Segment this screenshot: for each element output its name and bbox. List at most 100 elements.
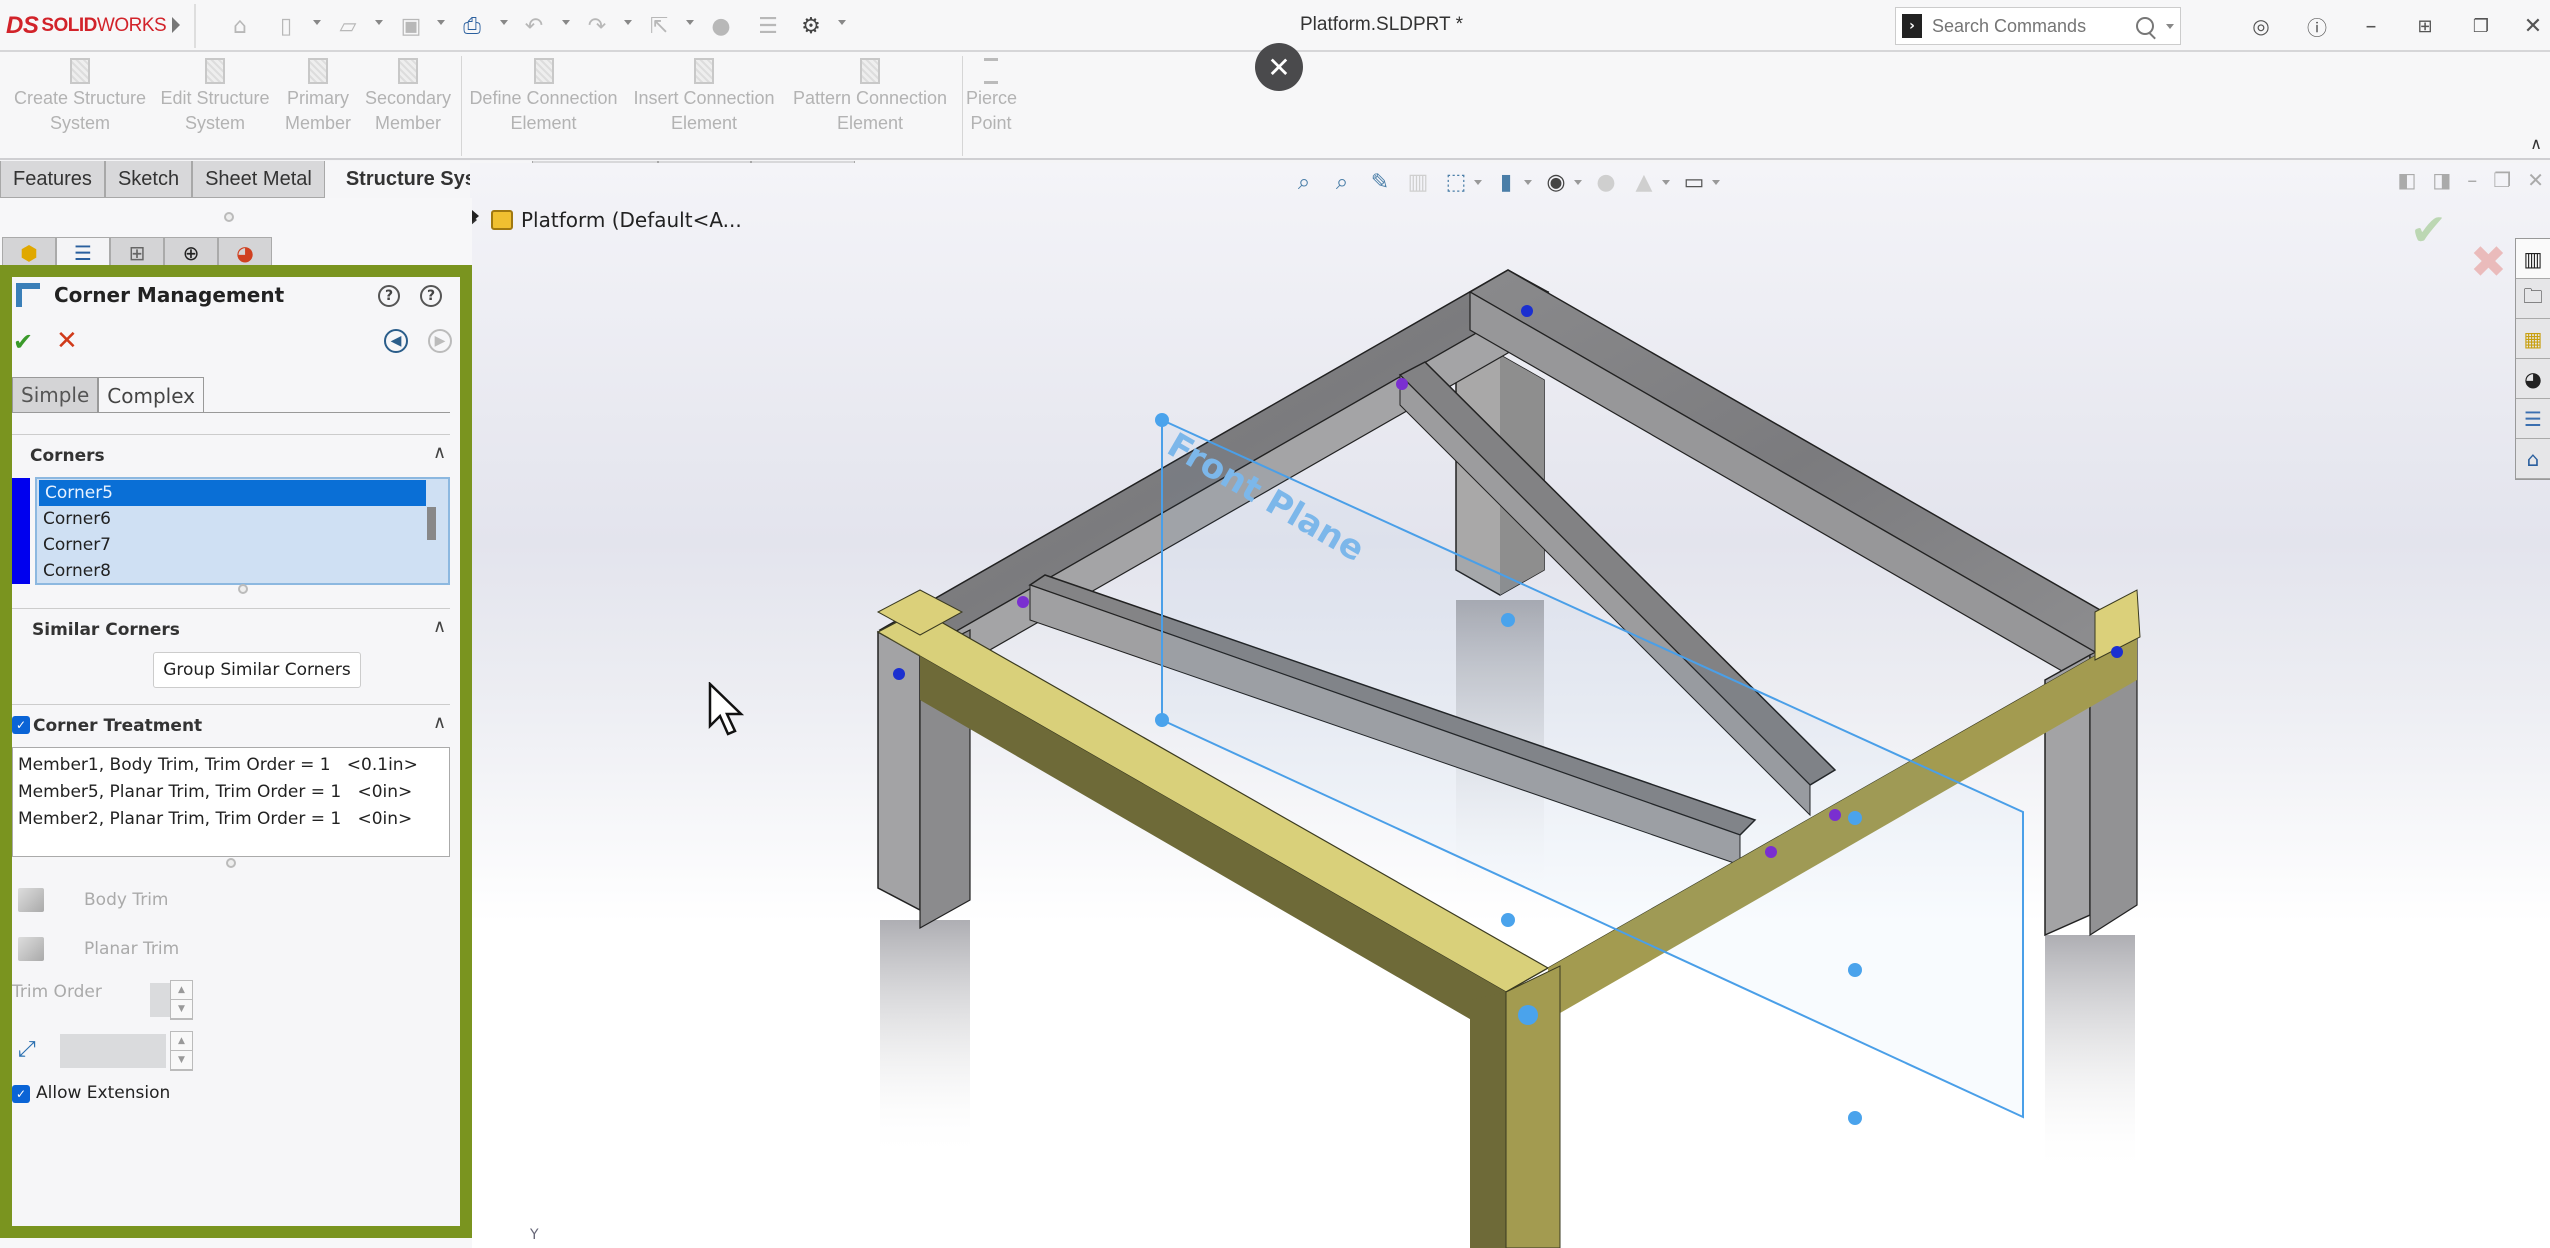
view-settings-icon[interactable]: ▭ <box>1680 168 1708 196</box>
previous-view-icon[interactable]: ✎ <box>1366 168 1394 196</box>
insert-connection-element-button[interactable]: Insert Connection Element <box>628 58 780 136</box>
trim-order-spinner[interactable]: ▲ ▼ <box>170 980 193 1020</box>
cancel-button[interactable]: ✕ <box>56 326 78 356</box>
pattern-connection-element-button[interactable]: Pattern Connection Element <box>786 58 954 136</box>
design-library-icon[interactable]: 🗀 <box>2516 279 2550 319</box>
treatment-row[interactable]: Member5, Planar Trim, Trim Order = 1 <0i… <box>18 779 444 806</box>
edit-appearance-icon[interactable]: ● <box>1592 168 1620 196</box>
apply-scene-dropdown-icon[interactable] <box>1662 179 1670 185</box>
new-document-icon[interactable]: ▯ <box>272 12 300 40</box>
select-dropdown-icon[interactable] <box>686 20 694 25</box>
list-item-corner8[interactable]: Corner8 <box>37 558 448 583</box>
hide-show-items-icon[interactable]: ◉ <box>1542 168 1570 196</box>
list-item-corner5[interactable]: Corner5 <box>39 480 426 506</box>
corners-list-scrollbar[interactable] <box>427 507 436 540</box>
define-connection-element-button[interactable]: Define Connection Element <box>466 58 621 136</box>
pierce-point-button[interactable]: Pierce Point <box>966 58 1017 136</box>
split-right-icon[interactable]: ◨ <box>2432 168 2451 192</box>
next-arrow-icon[interactable]: ▶ <box>428 329 452 353</box>
restore-window-button[interactable]: ❐ <box>2466 12 2496 40</box>
new-dropdown-icon[interactable] <box>313 20 321 25</box>
part-name[interactable]: Platform (Default<A... <box>521 208 742 232</box>
create-structure-system-button[interactable]: Create Structure System <box>10 58 150 136</box>
edit-structure-system-button[interactable]: Edit Structure System <box>155 58 275 136</box>
collapse-corner-treatment-icon[interactable]: ∧ <box>433 712 446 733</box>
split-left-icon[interactable]: ◧ <box>2397 168 2416 192</box>
spin-up-icon[interactable]: ▲ <box>171 1032 192 1051</box>
viewport-close-icon[interactable]: ✕ <box>2527 168 2544 192</box>
appearances-icon[interactable]: ◕ <box>2516 359 2550 399</box>
tab-complex[interactable]: Complex <box>98 377 205 413</box>
tab-simple[interactable]: Simple <box>12 377 99 413</box>
search-commands-box[interactable]: › <box>1895 7 2181 45</box>
close-overlay-button[interactable]: ✕ <box>1255 43 1303 91</box>
help-icon[interactable]: ⓘ <box>2302 12 2332 40</box>
select-icon[interactable]: ⇱ <box>645 12 673 40</box>
hide-show-dropdown-icon[interactable] <box>1574 179 1582 185</box>
search-dropdown-icon[interactable] <box>2166 23 2174 29</box>
solidworks-resources-icon[interactable]: ▥ <box>2516 239 2550 279</box>
apply-scene-icon[interactable]: ▲ <box>1630 168 1658 196</box>
collapse-similar-corners-icon[interactable]: ∧ <box>433 616 446 637</box>
options-dropdown-icon[interactable] <box>838 20 846 25</box>
display-style-icon[interactable]: ▮ <box>1492 168 1520 196</box>
previous-arrow-icon[interactable]: ◀ <box>384 329 408 353</box>
feature-tree-root[interactable]: Platform (Default<A... <box>470 208 742 232</box>
redo-icon[interactable]: ↷ <box>583 12 611 40</box>
tile-window-button[interactable]: ⊞ <box>2410 12 2440 40</box>
open-dropdown-icon[interactable] <box>375 20 383 25</box>
allow-extension-checkbox[interactable]: ✓ <box>12 1085 30 1103</box>
search-commands-input[interactable] <box>1932 15 2132 37</box>
tab-sketch[interactable]: Sketch <box>104 161 193 198</box>
confirmation-corner-cancel-icon[interactable]: ✖ <box>2470 237 2507 288</box>
whats-new-help-icon[interactable]: ? <box>378 285 400 307</box>
collapse-ribbon-icon[interactable]: ∧ <box>2530 134 2542 153</box>
options-gear-icon[interactable]: ⚙ <box>797 12 825 40</box>
user-account-icon[interactable]: ◎ <box>2246 12 2276 40</box>
spin-down-icon[interactable]: ▼ <box>171 1000 192 1019</box>
save-icon[interactable]: ▣ <box>397 12 425 40</box>
list-item-corner7[interactable]: Corner7 <box>37 532 448 558</box>
help-icon[interactable]: ? <box>420 285 442 307</box>
rebuild-icon[interactable]: ● <box>707 12 735 40</box>
spin-up-icon[interactable]: ▲ <box>171 981 192 1000</box>
planar-trim-option[interactable]: Planar Trim <box>18 937 179 961</box>
gap-distance-spinner[interactable]: ▲ ▼ <box>170 1031 193 1071</box>
list-item-corner6[interactable]: Corner6 <box>37 506 448 532</box>
zoom-to-area-icon[interactable]: ⌕ <box>1328 168 1356 196</box>
ok-button[interactable]: ✔ <box>13 328 33 356</box>
search-icon[interactable] <box>2136 17 2154 35</box>
minimize-button[interactable]: – <box>2356 12 2386 40</box>
display-style-dropdown-icon[interactable] <box>1524 179 1532 185</box>
home-icon[interactable]: ⌂ <box>226 12 254 40</box>
file-properties-icon[interactable]: ☰ <box>754 12 782 40</box>
list-resize-grip[interactable] <box>226 858 236 868</box>
secondary-member-button[interactable]: Secondary Member <box>362 58 454 136</box>
corner-treatment-checkbox[interactable]: ✓ <box>12 716 30 734</box>
view-orientation-icon[interactable]: ⬚ <box>1442 168 1470 196</box>
panel-flyout-arrow-icon[interactable] <box>472 210 479 222</box>
graphics-viewport[interactable] <box>470 163 2550 1248</box>
view-settings-dropdown-icon[interactable] <box>1712 179 1720 185</box>
undo-dropdown-icon[interactable] <box>562 20 570 25</box>
zoom-to-fit-icon[interactable]: ⌕ <box>1290 168 1318 196</box>
undo-icon[interactable]: ↶ <box>520 12 548 40</box>
menu-expand-arrow-icon[interactable] <box>172 17 180 33</box>
tab-features[interactable]: Features <box>0 161 105 198</box>
file-explorer-icon[interactable]: ▦ <box>2516 319 2550 359</box>
corners-list[interactable]: Corner5 Corner6 Corner7 Corner8 <box>35 477 450 585</box>
group-similar-corners-button[interactable]: Group Similar Corners <box>153 652 361 688</box>
treatment-row[interactable]: Member2, Planar Trim, Trim Order = 1 <0i… <box>18 806 444 833</box>
print-dropdown-icon[interactable] <box>500 20 508 25</box>
home-task-icon[interactable]: ⌂ <box>2516 439 2550 479</box>
panel-splitter-grip[interactable] <box>224 212 234 222</box>
collapse-corners-icon[interactable]: ∧ <box>433 442 446 463</box>
list-resize-grip[interactable] <box>238 584 248 594</box>
tab-sheet-metal[interactable]: Sheet Metal <box>192 161 325 198</box>
section-view-icon[interactable]: ▥ <box>1404 168 1432 196</box>
treatment-row[interactable]: Member1, Body Trim, Trim Order = 1 <0.1i… <box>18 752 444 779</box>
confirmation-corner-ok-icon[interactable]: ✔ <box>2410 205 2447 256</box>
viewport-restore-icon[interactable]: ❐ <box>2493 168 2511 192</box>
gap-distance-field[interactable] <box>60 1034 166 1068</box>
body-trim-option[interactable]: Body Trim <box>18 888 168 912</box>
